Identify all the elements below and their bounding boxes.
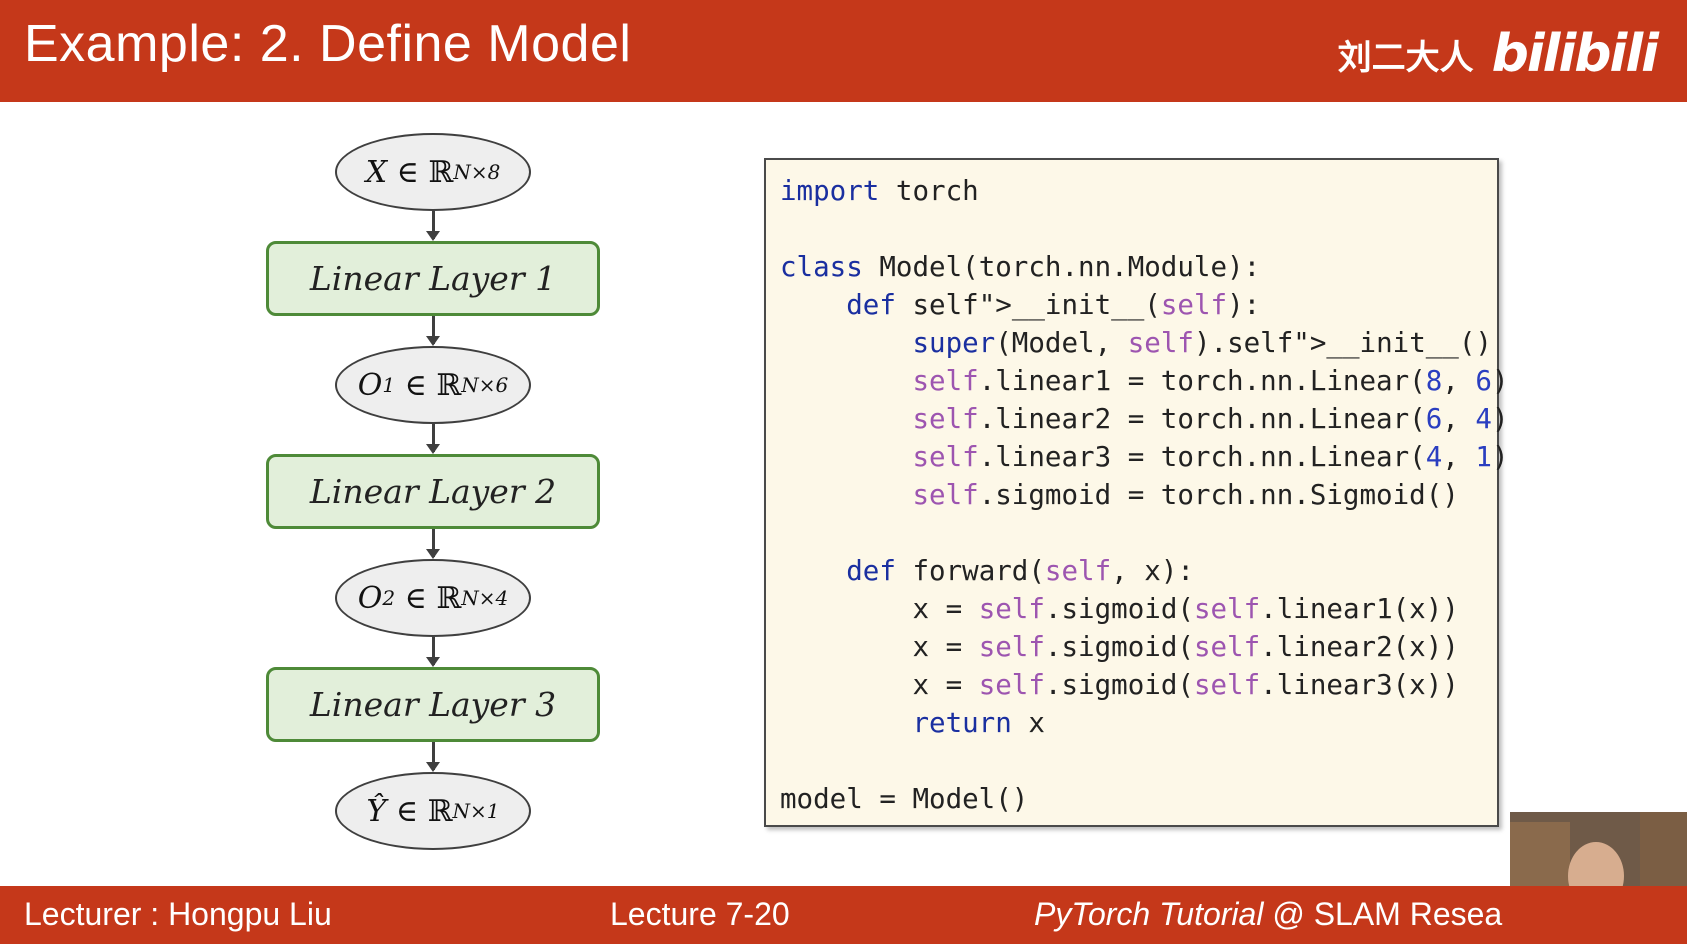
node-var: X [365, 154, 388, 190]
course-rest: @ SLAM Resea [1263, 896, 1503, 932]
code-box: import torch class Model(torch.nn.Module… [764, 158, 1509, 827]
node-in: ∈ [404, 580, 427, 616]
node-in: ∈ [395, 793, 419, 829]
code-line: x = self.sigmoid(self.linear2(x)) [780, 631, 1459, 663]
arrow [426, 211, 440, 241]
code-line: self.sigmoid = torch.nn.Sigmoid() [912, 479, 1459, 511]
code-line: self.linear1 = torch.nn.Linear(8, 6) [912, 365, 1509, 397]
code-line: x = self.sigmoid(self.linear3(x)) [780, 669, 1459, 701]
node-dim: N×6 [461, 373, 509, 397]
node-sup: 1 [382, 373, 396, 397]
node-set: ℝ [436, 367, 462, 403]
code-line: model = Model() [780, 783, 1029, 815]
course-title: PyTorch Tutorial @ SLAM Resea [1034, 896, 1502, 933]
node-set: ℝ [427, 793, 453, 829]
node-set: ℝ [436, 580, 462, 616]
course-italic: PyTorch Tutorial [1034, 896, 1264, 932]
code-line: class Model(torch.nn.Module): [780, 251, 1261, 283]
linear-layer-3: Linear Layer 3 [266, 667, 600, 742]
code-line: self.linear2 = torch.nn.Linear(6, 4) [912, 403, 1509, 435]
arrow [426, 316, 440, 346]
o2-node: O2 ∈ ℝ N×4 [335, 559, 531, 637]
lecture-number: Lecture 7-20 [610, 896, 790, 932]
node-var: Ŷ [366, 793, 387, 829]
brand: 刘二大人 bilibili [1337, 24, 1659, 84]
code-line: def self">__init__(self): [846, 289, 1261, 321]
code-block: import torch class Model(torch.nn.Module… [780, 172, 1509, 818]
code-line: def forward(self, x): [846, 555, 1194, 587]
code-line: x = self.sigmoid(self.linear1(x)) [780, 593, 1459, 625]
brand-text: 刘二大人 [1337, 37, 1474, 78]
input-node: X ∈ ℝ N×8 [335, 133, 531, 211]
node-dim: N×1 [452, 799, 500, 823]
arrow [426, 424, 440, 454]
arrow [426, 637, 440, 667]
arrow [426, 529, 440, 559]
model-diagram: X ∈ ℝ N×8 Linear Layer 1 O1 ∈ ℝ N×6 Linear… [0, 0, 680, 886]
code-line: self.linear3 = torch.nn.Linear(4, 1) [912, 441, 1509, 473]
lecturer-label: Lecturer : Hongpu Liu [24, 896, 332, 932]
output-node: Ŷ ∈ ℝ N×1 [335, 772, 531, 850]
node-dim: N×4 [461, 586, 509, 610]
node-var: O [357, 580, 383, 616]
node-var: O [357, 367, 383, 403]
bilibili-logo: bilibili [1491, 24, 1659, 84]
node-in: ∈ [404, 367, 427, 403]
code-line: return x [912, 707, 1045, 739]
node-dim: N×8 [453, 160, 501, 184]
node-in: ∈ [396, 154, 419, 190]
footer-bar: Lecturer : Hongpu Liu Lecture 7-20 PyTor… [0, 886, 1687, 944]
arrow [426, 742, 440, 772]
node-sup: 2 [382, 586, 396, 610]
code-line: super(Model, self).self">__init__() [912, 327, 1492, 359]
linear-layer-2: Linear Layer 2 [266, 454, 600, 529]
linear-layer-1: Linear Layer 1 [266, 241, 600, 316]
node-set: ℝ [428, 154, 454, 190]
o1-node: O1 ∈ ℝ N×6 [335, 346, 531, 424]
code-line: import torch [780, 175, 979, 207]
